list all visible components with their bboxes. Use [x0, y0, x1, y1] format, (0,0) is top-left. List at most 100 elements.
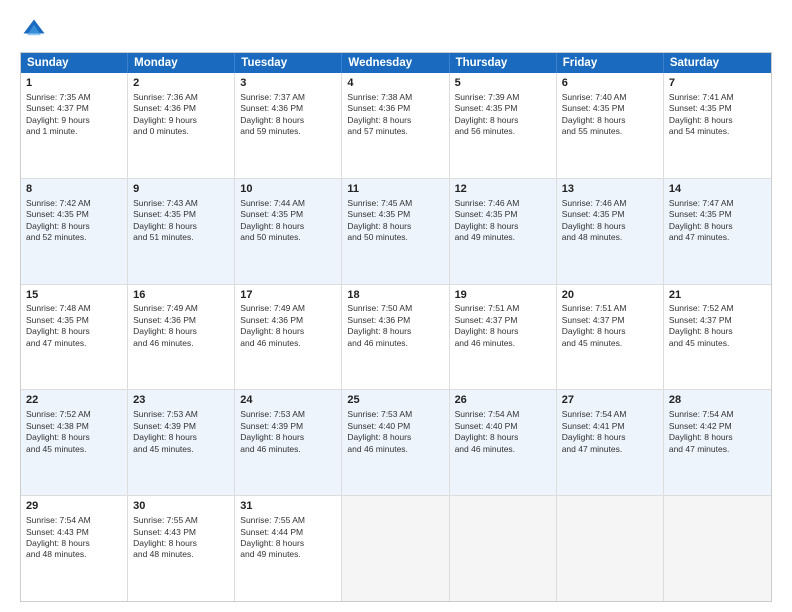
- day-number: 10: [240, 182, 336, 197]
- day-number: 20: [562, 288, 658, 303]
- day-number: 17: [240, 288, 336, 303]
- day-info-line: Daylight: 8 hours: [240, 432, 304, 442]
- day-cell-31: 31Sunrise: 7:55 AMSunset: 4:44 PMDayligh…: [235, 496, 342, 601]
- day-info-line: and 46 minutes.: [347, 338, 407, 348]
- day-number: 22: [26, 393, 122, 408]
- day-number: 2: [133, 76, 229, 91]
- day-info-line: Daylight: 8 hours: [26, 538, 90, 548]
- day-info-line: and 0 minutes.: [133, 126, 189, 136]
- day-cell-7: 7Sunrise: 7:41 AMSunset: 4:35 PMDaylight…: [664, 73, 771, 178]
- day-info-line: and 45 minutes.: [562, 338, 622, 348]
- day-info-line: and 46 minutes.: [133, 338, 193, 348]
- day-info-line: Daylight: 8 hours: [455, 115, 519, 125]
- day-info-line: Sunset: 4:38 PM: [26, 421, 89, 431]
- day-info-line: Sunrise: 7:53 AM: [347, 409, 412, 419]
- day-info-line: Daylight: 8 hours: [240, 221, 304, 231]
- day-info-line: and 46 minutes.: [347, 444, 407, 454]
- day-info-line: Daylight: 8 hours: [455, 432, 519, 442]
- day-info-line: Sunset: 4:39 PM: [133, 421, 196, 431]
- day-info-line: Sunrise: 7:44 AM: [240, 198, 305, 208]
- day-cell-6: 6Sunrise: 7:40 AMSunset: 4:35 PMDaylight…: [557, 73, 664, 178]
- day-info-line: Sunrise: 7:49 AM: [240, 303, 305, 313]
- day-info-line: and 45 minutes.: [26, 444, 86, 454]
- day-info-line: Daylight: 8 hours: [455, 326, 519, 336]
- day-info-line: and 59 minutes.: [240, 126, 300, 136]
- header: [20, 16, 772, 44]
- day-info-line: Sunset: 4:36 PM: [240, 315, 303, 325]
- day-info-line: Daylight: 8 hours: [669, 432, 733, 442]
- day-info-line: Sunset: 4:35 PM: [562, 209, 625, 219]
- header-cell-wednesday: Wednesday: [342, 53, 449, 73]
- day-info-line: Sunrise: 7:52 AM: [26, 409, 91, 419]
- day-info-line: Sunrise: 7:51 AM: [562, 303, 627, 313]
- day-cell-13: 13Sunrise: 7:46 AMSunset: 4:35 PMDayligh…: [557, 179, 664, 284]
- day-info-line: Sunset: 4:36 PM: [347, 315, 410, 325]
- day-info-line: Sunset: 4:35 PM: [562, 103, 625, 113]
- day-number: 21: [669, 288, 766, 303]
- day-info-line: Sunrise: 7:55 AM: [133, 515, 198, 525]
- day-info-line: Sunset: 4:37 PM: [562, 315, 625, 325]
- day-cell-1: 1Sunrise: 7:35 AMSunset: 4:37 PMDaylight…: [21, 73, 128, 178]
- calendar-body: 1Sunrise: 7:35 AMSunset: 4:37 PMDaylight…: [21, 73, 771, 601]
- day-info-line: Daylight: 8 hours: [26, 221, 90, 231]
- day-info-line: and 47 minutes.: [669, 232, 729, 242]
- day-info-line: Daylight: 8 hours: [562, 432, 626, 442]
- day-number: 14: [669, 182, 766, 197]
- day-number: 8: [26, 182, 122, 197]
- day-cell-25: 25Sunrise: 7:53 AMSunset: 4:40 PMDayligh…: [342, 390, 449, 495]
- day-info-line: and 50 minutes.: [347, 232, 407, 242]
- day-info-line: and 51 minutes.: [133, 232, 193, 242]
- day-cell-2: 2Sunrise: 7:36 AMSunset: 4:36 PMDaylight…: [128, 73, 235, 178]
- day-info-line: Sunset: 4:35 PM: [669, 209, 732, 219]
- logo-icon: [20, 16, 48, 44]
- day-info-line: Daylight: 8 hours: [240, 538, 304, 548]
- day-info-line: Sunrise: 7:37 AM: [240, 92, 305, 102]
- day-info-line: Sunset: 4:35 PM: [26, 209, 89, 219]
- day-info-line: Sunset: 4:36 PM: [347, 103, 410, 113]
- day-info-line: and 48 minutes.: [26, 549, 86, 559]
- day-info-line: and 46 minutes.: [240, 338, 300, 348]
- day-info-line: Sunrise: 7:53 AM: [240, 409, 305, 419]
- empty-cell: [342, 496, 449, 601]
- day-number: 24: [240, 393, 336, 408]
- day-info-line: and 49 minutes.: [240, 549, 300, 559]
- header-cell-tuesday: Tuesday: [235, 53, 342, 73]
- day-info-line: Sunrise: 7:54 AM: [26, 515, 91, 525]
- day-info-line: Sunrise: 7:54 AM: [455, 409, 520, 419]
- day-info-line: Sunset: 4:35 PM: [26, 315, 89, 325]
- day-info-line: Sunset: 4:43 PM: [26, 527, 89, 537]
- day-info-line: Sunset: 4:35 PM: [347, 209, 410, 219]
- day-info-line: Daylight: 8 hours: [562, 326, 626, 336]
- day-number: 13: [562, 182, 658, 197]
- day-info-line: Sunrise: 7:53 AM: [133, 409, 198, 419]
- day-info-line: Sunset: 4:36 PM: [240, 103, 303, 113]
- day-number: 15: [26, 288, 122, 303]
- day-info-line: Sunset: 4:40 PM: [347, 421, 410, 431]
- day-info-line: Sunrise: 7:51 AM: [455, 303, 520, 313]
- day-info-line: and 47 minutes.: [669, 444, 729, 454]
- day-info-line: Daylight: 8 hours: [347, 221, 411, 231]
- header-cell-sunday: Sunday: [21, 53, 128, 73]
- empty-cell: [664, 496, 771, 601]
- day-cell-16: 16Sunrise: 7:49 AMSunset: 4:36 PMDayligh…: [128, 285, 235, 390]
- day-number: 28: [669, 393, 766, 408]
- day-info-line: Daylight: 8 hours: [562, 221, 626, 231]
- day-info-line: Sunset: 4:41 PM: [562, 421, 625, 431]
- day-cell-18: 18Sunrise: 7:50 AMSunset: 4:36 PMDayligh…: [342, 285, 449, 390]
- calendar-header-row: SundayMondayTuesdayWednesdayThursdayFrid…: [21, 53, 771, 73]
- header-cell-monday: Monday: [128, 53, 235, 73]
- day-info-line: Sunset: 4:37 PM: [455, 315, 518, 325]
- day-info-line: and 54 minutes.: [669, 126, 729, 136]
- day-info-line: Daylight: 8 hours: [347, 326, 411, 336]
- day-number: 9: [133, 182, 229, 197]
- day-info-line: and 48 minutes.: [133, 549, 193, 559]
- day-info-line: Daylight: 8 hours: [240, 115, 304, 125]
- day-info-line: Sunset: 4:35 PM: [669, 103, 732, 113]
- day-number: 6: [562, 76, 658, 91]
- day-info-line: and 57 minutes.: [347, 126, 407, 136]
- day-cell-26: 26Sunrise: 7:54 AMSunset: 4:40 PMDayligh…: [450, 390, 557, 495]
- day-info-line: and 47 minutes.: [562, 444, 622, 454]
- day-info-line: and 55 minutes.: [562, 126, 622, 136]
- day-info-line: Daylight: 8 hours: [133, 326, 197, 336]
- day-number: 7: [669, 76, 766, 91]
